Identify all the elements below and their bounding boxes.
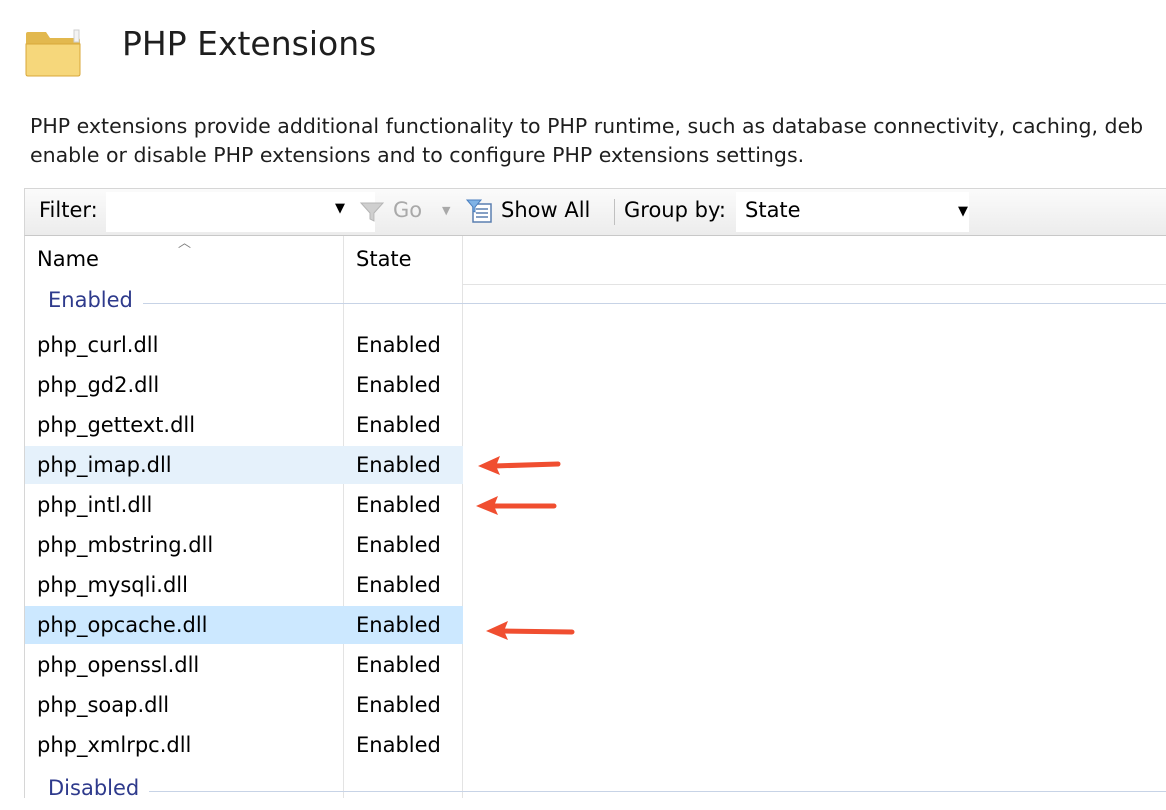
- table-row[interactable]: php_xmlrpc.dll Enabled: [25, 726, 463, 764]
- column-header-name[interactable]: Name: [37, 247, 99, 271]
- page-title: PHP Extensions: [122, 24, 377, 63]
- table-row-selected[interactable]: php_opcache.dll Enabled: [25, 606, 463, 644]
- extension-state: Enabled: [356, 453, 441, 477]
- annotation-arrow-icon: [476, 496, 557, 515]
- group-by-dropdown-arrow-icon[interactable]: ▼: [958, 204, 968, 219]
- folder-icon: [25, 29, 81, 77]
- extension-name: php_openssl.dll: [37, 653, 200, 677]
- group-divider: [143, 303, 1166, 304]
- table-row[interactable]: php_soap.dll Enabled: [25, 686, 463, 724]
- show-all-icon: [465, 199, 492, 223]
- table-row[interactable]: php_openssl.dll Enabled: [25, 646, 463, 684]
- extension-state: Enabled: [356, 693, 441, 717]
- group-divider: [145, 791, 1166, 792]
- extension-state: Enabled: [356, 373, 441, 397]
- table-row[interactable]: php_mbstring.dll Enabled: [25, 526, 463, 564]
- extension-state: Enabled: [356, 613, 441, 637]
- table-row[interactable]: php_curl.dll Enabled: [25, 326, 463, 364]
- group-label: Disabled: [48, 776, 150, 800]
- table-row[interactable]: php_mysqli.dll Enabled: [25, 566, 463, 604]
- page-description: PHP extensions provide additional functi…: [30, 112, 1143, 170]
- extension-state: Enabled: [356, 533, 441, 557]
- extensions-list: ︿ Name State Enabled php_curl.dll Enable…: [24, 236, 1166, 800]
- funnel-icon: [359, 202, 385, 222]
- filter-dropdown-arrow-icon[interactable]: ▼: [335, 201, 345, 216]
- header-divider: [462, 284, 1166, 285]
- go-dropdown-arrow-icon[interactable]: ▼: [442, 204, 450, 217]
- filter-label: Filter:: [39, 198, 98, 222]
- extension-state: Enabled: [356, 733, 441, 757]
- extension-state: Enabled: [356, 653, 441, 677]
- table-row-hovered[interactable]: php_imap.dll Enabled: [25, 446, 463, 484]
- table-row[interactable]: php_gettext.dll Enabled: [25, 406, 463, 444]
- extension-state: Enabled: [356, 493, 441, 517]
- sort-ascending-icon: ︿: [178, 236, 192, 251]
- group-by-value: State: [745, 198, 801, 222]
- extension-name: php_gd2.dll: [37, 373, 160, 397]
- extension-state: Enabled: [356, 573, 441, 597]
- group-by-select[interactable]: State ▼: [736, 192, 969, 232]
- table-row[interactable]: php_intl.dll Enabled: [25, 486, 463, 524]
- extension-name: php_gettext.dll: [37, 413, 196, 437]
- annotation-arrow-icon: [478, 456, 561, 475]
- table-row[interactable]: php_gd2.dll Enabled: [25, 366, 463, 404]
- extension-state: Enabled: [356, 413, 441, 437]
- group-header-disabled[interactable]: Disabled: [25, 774, 1166, 810]
- extension-name: php_mysqli.dll: [37, 573, 188, 597]
- extension-name: php_mbstring.dll: [37, 533, 214, 557]
- column-header-state[interactable]: State: [356, 247, 412, 271]
- extension-name: php_soap.dll: [37, 693, 170, 717]
- go-button[interactable]: Go: [393, 198, 422, 222]
- group-header-enabled[interactable]: Enabled: [25, 286, 1166, 322]
- extension-name: php_intl.dll: [37, 493, 153, 517]
- extension-name: php_imap.dll: [37, 453, 172, 477]
- group-label: Enabled: [48, 288, 143, 312]
- description-line-1: PHP extensions provide additional functi…: [30, 114, 1144, 138]
- filter-toolbar: Filter: ▼ Go ▼ Show All Group by: State …: [24, 188, 1166, 236]
- annotation-arrow-icon: [486, 621, 575, 640]
- extension-name: php_opcache.dll: [37, 613, 208, 637]
- group-by-label: Group by:: [624, 198, 726, 222]
- extension-name: php_xmlrpc.dll: [37, 733, 192, 757]
- toolbar-separator: [614, 199, 615, 225]
- extension-state: Enabled: [356, 333, 441, 357]
- description-line-2: enable or disable PHP extensions and to …: [30, 143, 805, 167]
- extension-name: php_curl.dll: [37, 333, 159, 357]
- show-all-button[interactable]: Show All: [501, 198, 590, 222]
